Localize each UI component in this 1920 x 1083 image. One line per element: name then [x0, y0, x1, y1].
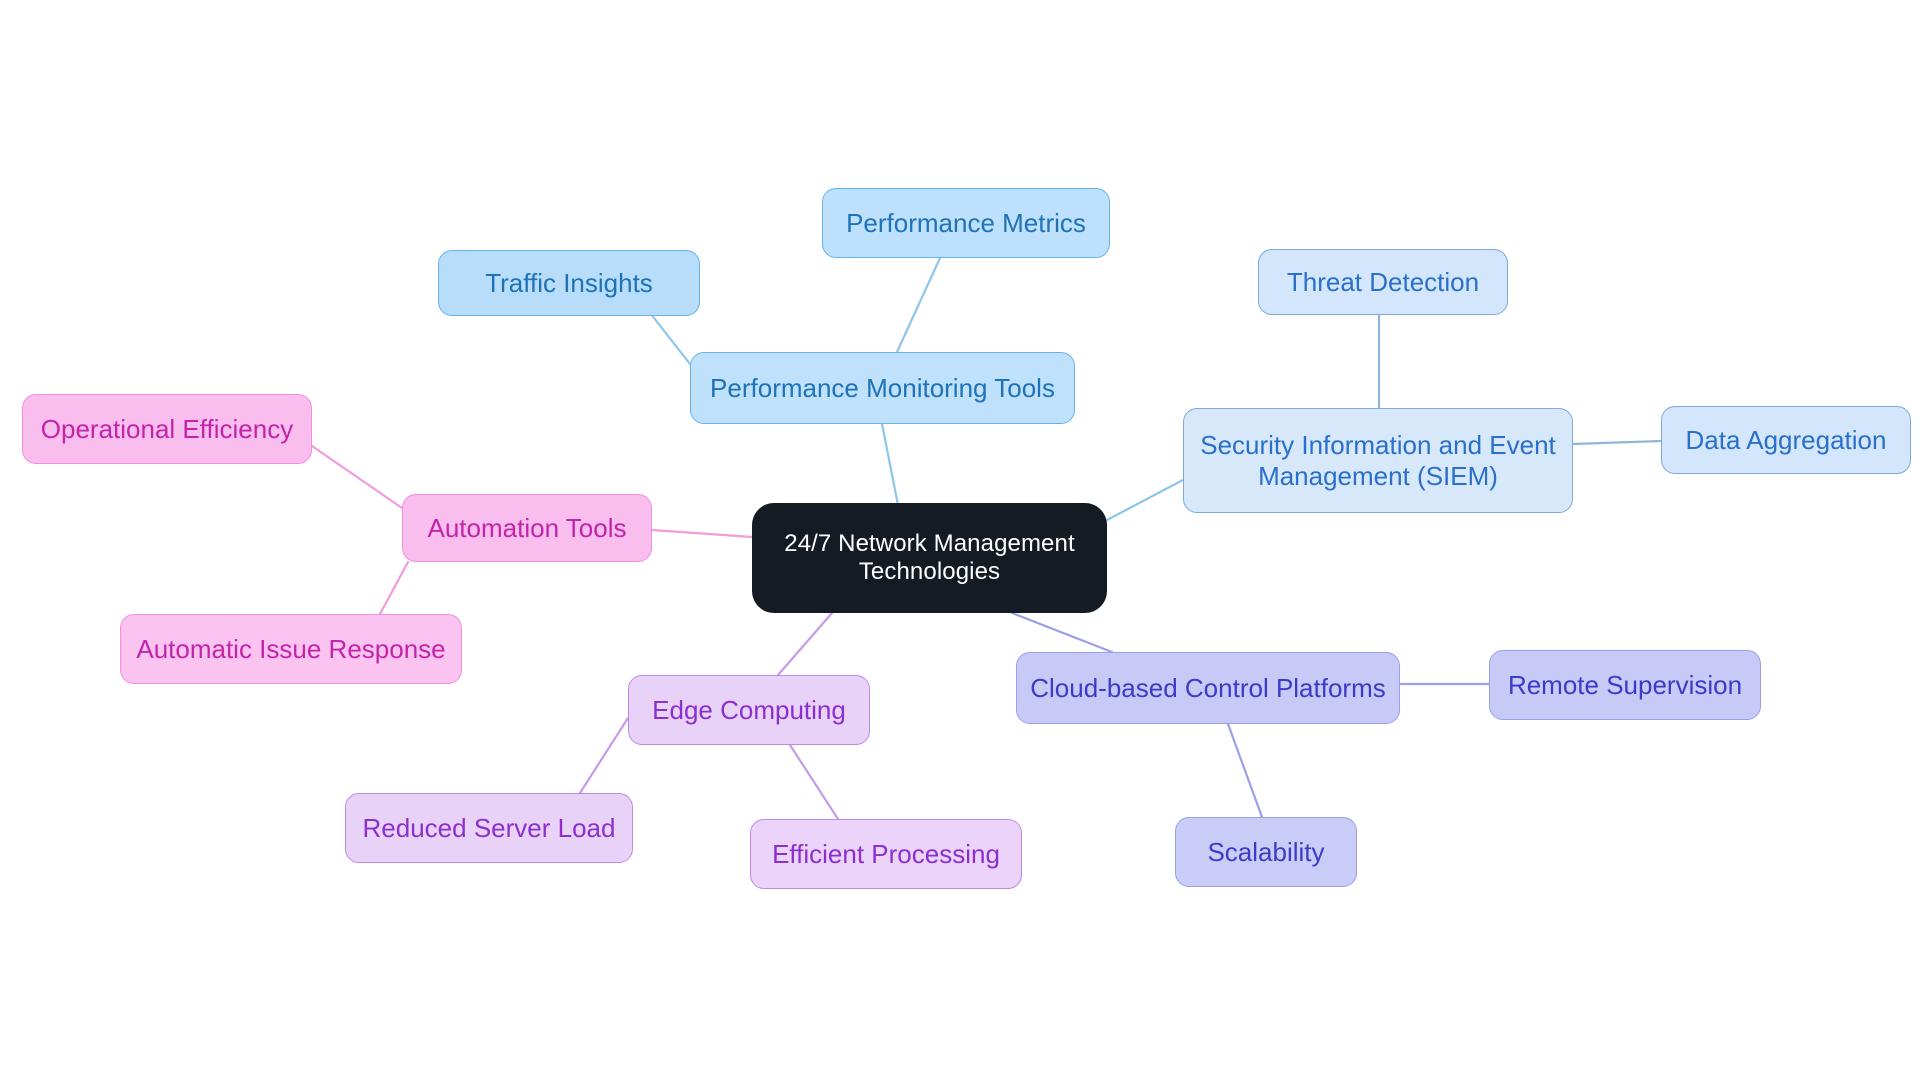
mindmap-node-label: Traffic Insights	[485, 267, 653, 298]
mindmap-node-label: Remote Supervision	[1507, 669, 1743, 700]
mindmap-node-label: Reduced Server Load	[362, 812, 616, 843]
mindmap-node-label: Operational Efficiency	[40, 413, 294, 444]
mindmap-node-scalability[interactable]: Scalability	[1175, 817, 1357, 887]
edge-siem-data-aggregation	[1571, 439, 1663, 446]
mindmap-node-label: Performance Metrics	[846, 207, 1086, 238]
mindmap-node-label: Efficient Processing	[772, 838, 1000, 869]
mindmap-node-automatic-issue-response[interactable]: Automatic Issue Response	[120, 614, 462, 684]
mindmap-node-security-information-and-event-management[interactable]: Security Information and Event Managemen…	[1183, 408, 1573, 513]
mindmap-node-threat-detection[interactable]: Threat Detection	[1258, 249, 1508, 315]
edge-root-siem	[1105, 478, 1185, 522]
mindmap-node-edge-computing[interactable]: Edge Computing	[628, 675, 870, 745]
mindmap-node-label: Automation Tools	[427, 512, 627, 543]
edge-cloud-scalability	[1226, 722, 1264, 819]
mindmap-node-data-aggregation[interactable]: Data Aggregation	[1661, 406, 1911, 474]
edge-root-performance-monitoring-tools	[880, 422, 900, 507]
mindmap-node-label: Security Information and Event Managemen…	[1200, 429, 1556, 491]
mindmap-node-efficient-processing[interactable]: Efficient Processing	[750, 819, 1022, 889]
mindmap-node-label: Cloud-based Control Platforms	[1030, 672, 1386, 703]
edge-automation-tools-operational-efficiency	[310, 444, 404, 510]
mindmap-node-reduced-server-load[interactable]: Reduced Server Load	[345, 793, 633, 863]
mindmap-node-label: Performance Monitoring Tools	[710, 372, 1055, 403]
mindmap-node-root[interactable]: 24/7 Network Management Technologies	[752, 503, 1107, 613]
edge-performance-monitoring-tools-performance-metrics	[895, 256, 942, 354]
mindmap-node-automation-tools[interactable]: Automation Tools	[402, 494, 652, 562]
edge-root-cloud-based-control-platforms	[1010, 611, 1114, 654]
mindmap-node-operational-efficiency[interactable]: Operational Efficiency	[22, 394, 312, 464]
mindmap-node-performance-metrics[interactable]: Performance Metrics	[822, 188, 1110, 258]
edge-root-automation-tools	[650, 528, 754, 539]
edge-edge-computing-reduced-server-load	[578, 716, 630, 795]
mindmap-node-traffic-insights[interactable]: Traffic Insights	[438, 250, 700, 316]
mindmap-node-performance-monitoring-tools[interactable]: Performance Monitoring Tools	[690, 352, 1075, 424]
mindmap-node-label: Scalability	[1207, 836, 1325, 867]
edge-edge-computing-efficient-processing	[788, 743, 840, 821]
mindmap-node-remote-supervision[interactable]: Remote Supervision	[1489, 650, 1761, 720]
edge-root-edge-computing	[776, 611, 834, 677]
mindmap-node-cloud-based-control-platforms[interactable]: Cloud-based Control Platforms	[1016, 652, 1400, 724]
mindmap-canvas: 24/7 Network Management Technologies Perf…	[0, 0, 1920, 1083]
mindmap-node-label: Threat Detection	[1286, 266, 1480, 297]
mindmap-node-label: Edge Computing	[652, 694, 846, 725]
mindmap-node-label: Automatic Issue Response	[136, 633, 446, 664]
mindmap-node-label: 24/7 Network Management Technologies	[784, 529, 1075, 585]
mindmap-node-label: Data Aggregation	[1685, 424, 1887, 455]
edge-automation-tools-automatic-issue-response	[378, 560, 410, 616]
